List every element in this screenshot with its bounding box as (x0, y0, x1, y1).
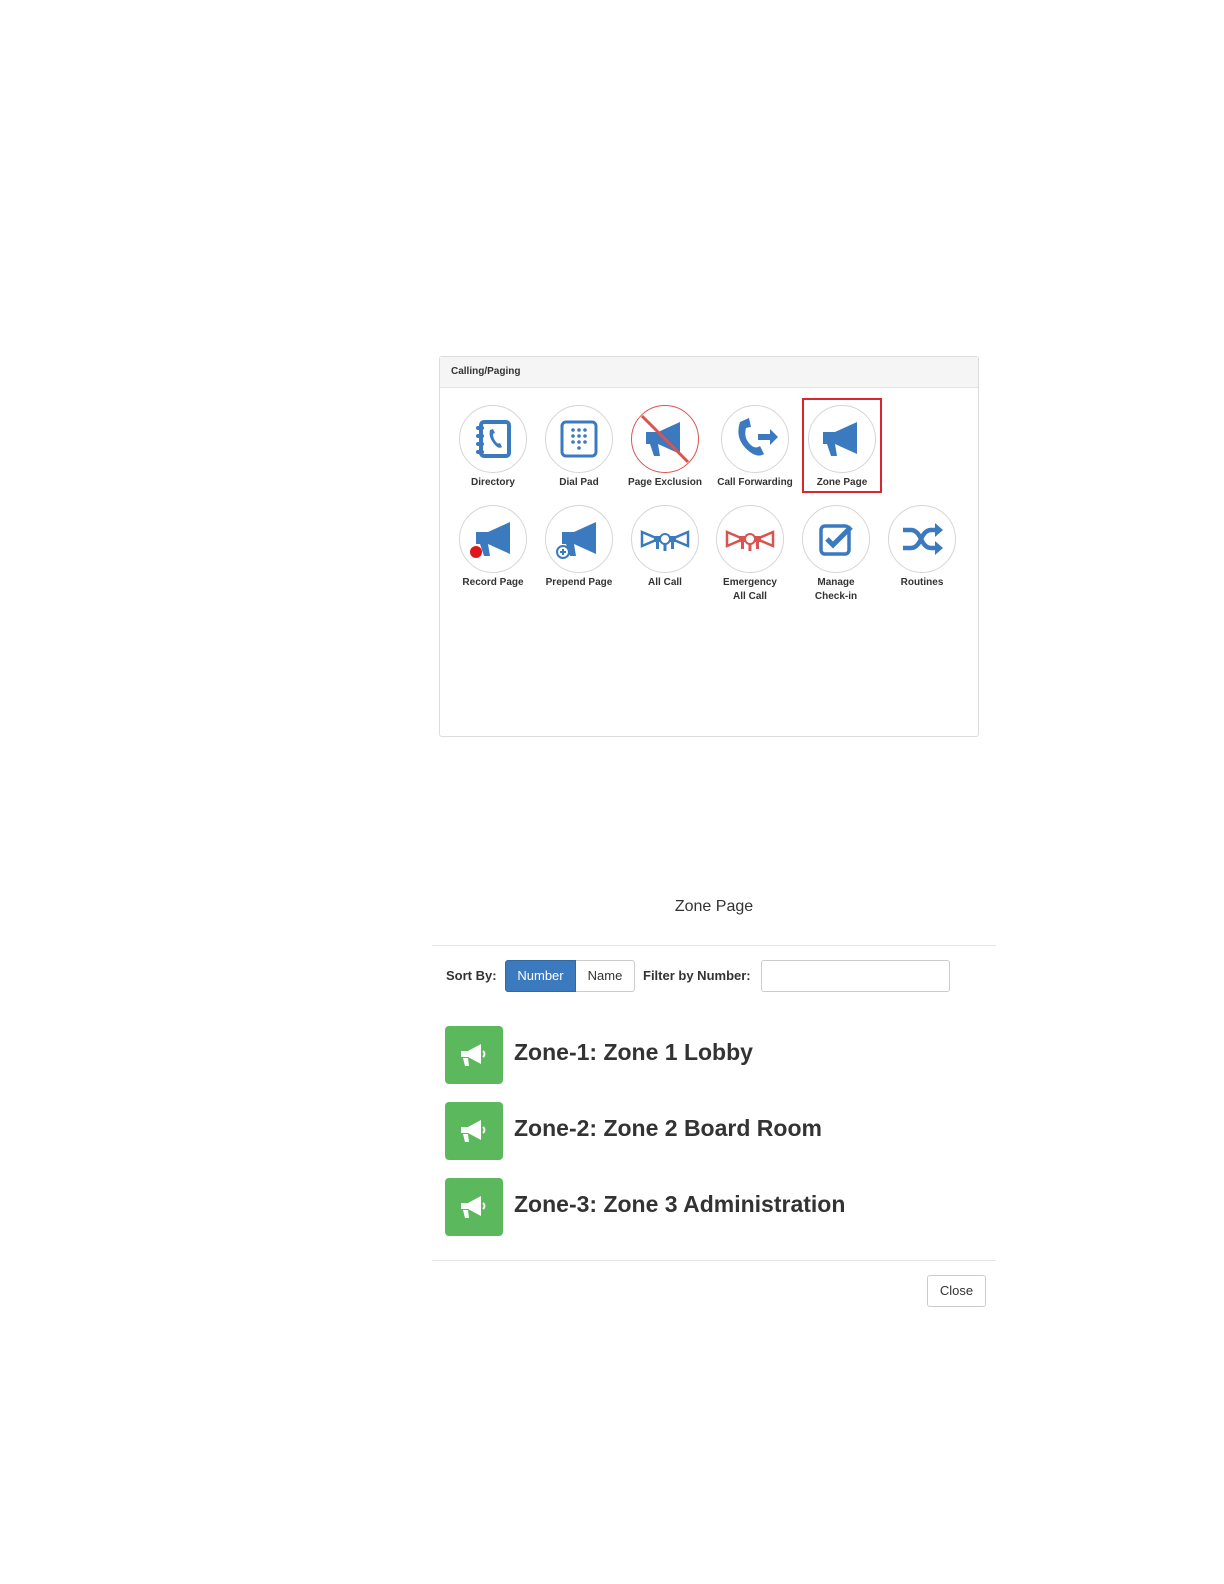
tile-directory[interactable]: Directory (450, 405, 536, 490)
tile-label: Routines (900, 577, 944, 588)
tile-label-line1: Emergency (723, 577, 777, 588)
tile-record-page-circle (459, 505, 527, 573)
tile-emergency-all-call[interactable]: Emergency All Call (707, 505, 793, 604)
tile-directory-circle (459, 405, 527, 473)
sort-by-label: Sort By: (446, 968, 497, 983)
sort-name-button[interactable]: Name (576, 960, 635, 992)
zone-label[interactable]: Zone-3: Zone 3 Administration (514, 1191, 845, 1218)
tile-label: Page Exclusion (628, 477, 702, 488)
filter-by-number-label: Filter by Number: (643, 968, 751, 983)
zone-page-button[interactable] (445, 1178, 503, 1236)
tile-page-exclusion-circle (631, 405, 699, 473)
tile-label: Directory (471, 477, 515, 488)
tile-label: Dial Pad (559, 477, 599, 488)
tile-label: All Call (648, 577, 682, 588)
tile-label: Emergency All Call (707, 576, 793, 604)
filter-number-input[interactable] (761, 960, 950, 992)
tile-record-page[interactable]: Record Page (450, 505, 536, 590)
tile-emergency-all-call-circle (716, 505, 784, 573)
shuffle-icon (903, 523, 943, 555)
tile-manage-check-in-circle (802, 505, 870, 573)
modal-title: Zone Page (674, 898, 754, 915)
zone-page-button[interactable] (445, 1026, 503, 1084)
tile-routines[interactable]: Routines (879, 505, 965, 590)
tile-label-line1: Manage (817, 577, 855, 588)
modal-footer-divider (432, 1260, 996, 1261)
prepend-page-icon (556, 522, 596, 559)
zone-page-highlight-box (802, 398, 882, 493)
tile-prepend-page[interactable]: Prepend Page (536, 505, 622, 590)
call-forwarding-icon (738, 418, 778, 456)
tile-call-forwarding[interactable]: Call Forwarding (712, 405, 798, 490)
tile-label-line2: All Call (733, 591, 767, 602)
zone-label[interactable]: Zone-2: Zone 2 Board Room (514, 1115, 822, 1142)
megaphone-icon (461, 1196, 486, 1218)
tile-dial-pad[interactable]: Dial Pad (536, 405, 622, 490)
tile-prepend-page-circle (545, 505, 613, 573)
tile-dial-pad-circle (545, 405, 613, 473)
tile-label: Manage Check-in (793, 576, 879, 604)
close-button[interactable]: Close (927, 1275, 986, 1307)
record-page-icon (470, 522, 510, 558)
all-call-icon (640, 530, 690, 551)
dial-pad-icon (560, 420, 598, 458)
tile-label: Record Page (462, 577, 524, 588)
tile-label: Prepend Page (545, 577, 613, 588)
zone-label[interactable]: Zone-1: Zone 1 Lobby (514, 1039, 753, 1066)
page-exclusion-icon (640, 414, 690, 464)
panel-title: Calling/Paging (440, 357, 978, 388)
tile-label-line2: Check-in (814, 591, 858, 602)
directory-phonebook-icon (476, 420, 511, 458)
tile-manage-check-in[interactable]: Manage Check-in (793, 505, 879, 604)
megaphone-icon (461, 1120, 486, 1142)
megaphone-icon (461, 1044, 486, 1066)
emergency-all-call-icon (725, 530, 775, 551)
tile-routines-circle (888, 505, 956, 573)
tile-label: Call Forwarding (717, 477, 793, 488)
tile-page-exclusion[interactable]: Page Exclusion (622, 405, 708, 490)
zone-page-button[interactable] (445, 1102, 503, 1160)
tile-all-call[interactable]: All Call (622, 505, 708, 590)
tile-call-forwarding-circle (721, 405, 789, 473)
tile-all-call-circle (631, 505, 699, 573)
modal-header-divider (432, 945, 996, 946)
checkbox-icon (819, 524, 853, 556)
sort-number-button[interactable]: Number (505, 960, 576, 992)
